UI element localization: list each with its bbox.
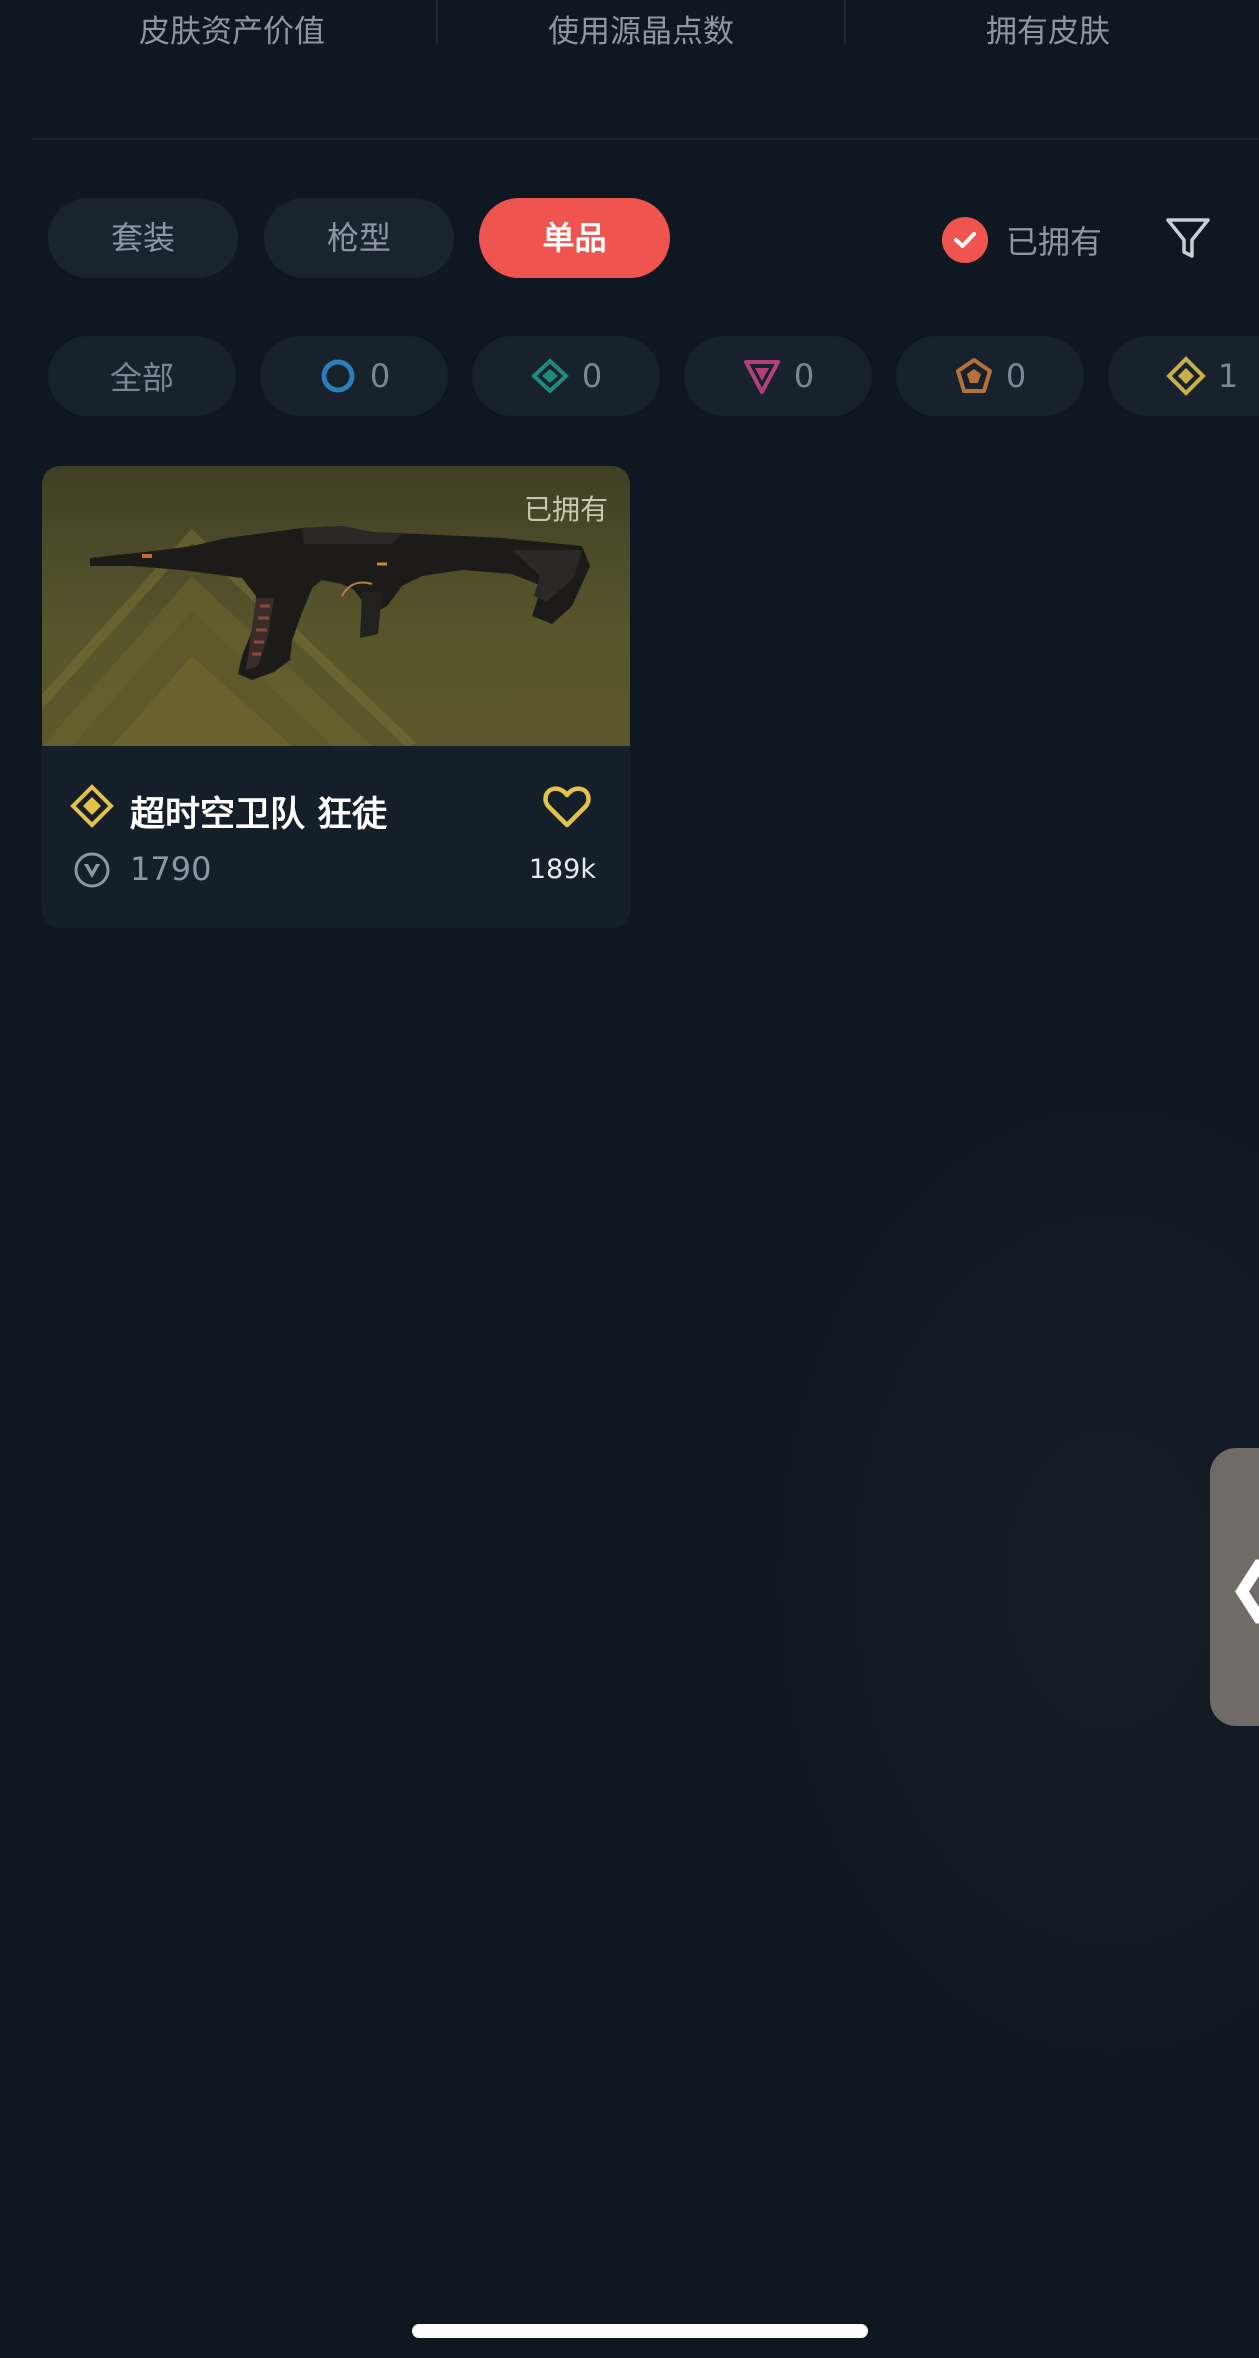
divider	[32, 138, 1259, 140]
rarity-chip-count: 0	[369, 357, 391, 395]
rarity-chip-count: 0	[581, 357, 603, 395]
rarity-chip-premium[interactable]: 0	[684, 336, 872, 416]
stats-header: 皮肤资产价值 使用源晶点数 拥有皮肤	[0, 0, 1259, 60]
side-drawer-handle[interactable]: ❮	[1210, 1448, 1259, 1726]
skin-image: 已拥有	[42, 466, 630, 746]
skin-collection-page: 皮肤资产价值 使用源晶点数 拥有皮肤 套装 枪型 单品 已拥有 全部 0 0 0…	[0, 0, 1259, 2358]
rarity-chip-exclusive[interactable]: 0	[896, 336, 1084, 416]
rarity-chip-ultra[interactable]: 1	[1108, 336, 1259, 416]
ultra-tier-icon	[1165, 356, 1206, 396]
divider	[436, 0, 438, 44]
tab-bundles[interactable]: 套装	[48, 198, 238, 278]
rarity-chip-all[interactable]: 全部	[48, 336, 236, 416]
rarity-chip-label: 全部	[109, 359, 174, 397]
tab-single-items[interactable]: 单品	[479, 198, 670, 278]
owned-tag: 已拥有	[523, 493, 608, 526]
like-count: 189k	[528, 854, 596, 885]
tab-weapon-type[interactable]: 枪型	[264, 198, 454, 278]
checkbox-checked-icon[interactable]	[942, 217, 988, 263]
background-emblem	[760, 1080, 1259, 2080]
divider	[844, 0, 846, 44]
rarity-chip-select[interactable]: 0	[260, 336, 448, 416]
rarity-chip-count: 1	[1217, 357, 1239, 395]
stat-skin-value-label: 皮肤资产价值	[139, 14, 325, 50]
chevron-left-icon: ❮	[1226, 1550, 1259, 1624]
skin-price: 1790	[130, 850, 212, 888]
skin-card[interactable]: 已拥有 超时空卫队 狂徒 1790 189k	[42, 466, 630, 928]
deluxe-tier-icon	[530, 356, 570, 396]
favorite-heart-icon[interactable]	[542, 784, 592, 830]
stat-owned-skins-label: 拥有皮肤	[986, 14, 1110, 50]
ultra-tier-icon	[70, 784, 114, 828]
owned-filter-toggle[interactable]: 已拥有	[942, 212, 1102, 268]
premium-tier-icon	[742, 356, 782, 396]
vp-currency-icon	[72, 850, 112, 890]
exclusive-tier-icon	[954, 356, 994, 396]
select-tier-icon	[318, 356, 358, 396]
stat-points-used-label: 使用源晶点数	[548, 14, 734, 50]
rarity-chip-count: 0	[1005, 357, 1027, 395]
rarity-chip-count: 0	[793, 357, 815, 395]
skin-name: 超时空卫队 狂徒	[130, 795, 388, 835]
skin-info: 超时空卫队 狂徒 1790 189k	[42, 746, 630, 928]
home-indicator[interactable]	[412, 2324, 868, 2338]
owned-filter-label: 已拥有	[1006, 223, 1103, 261]
rarity-chip-deluxe[interactable]: 0	[472, 336, 660, 416]
filter-funnel-icon[interactable]	[1162, 212, 1214, 264]
